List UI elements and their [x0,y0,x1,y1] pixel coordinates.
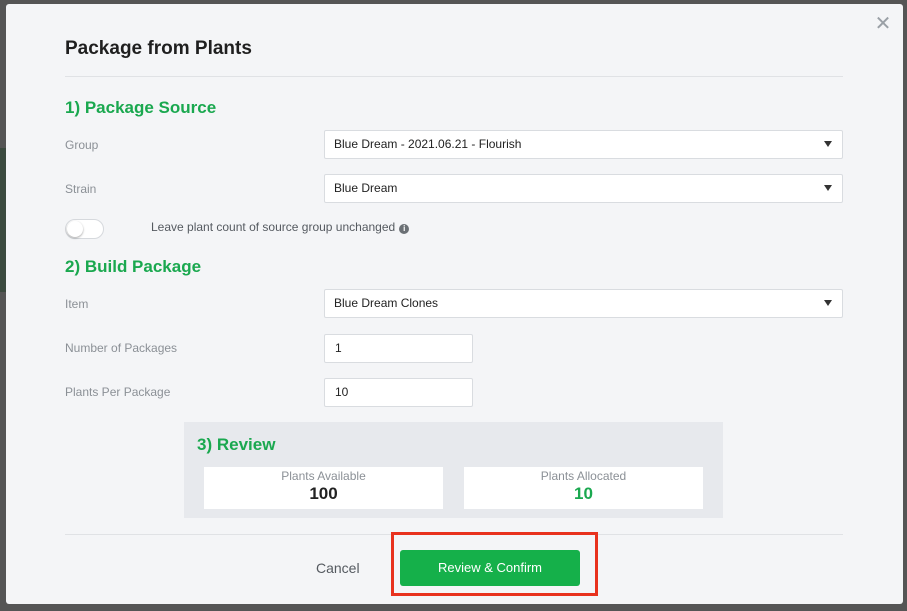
cancel-button[interactable]: Cancel [316,560,360,576]
num-packages-label: Number of Packages [65,341,178,355]
chevron-down-icon [824,300,832,306]
strain-label: Strain [65,182,97,196]
review-panel: 3) Review Plants Available 100 Plants Al… [184,422,723,518]
leave-count-toggle-label: Leave plant count of source group unchan… [151,220,396,234]
section-title-package-source: 1) Package Source [65,98,217,117]
plants-available-card: Plants Available 100 [204,467,443,509]
modal-title: Package from Plants [65,38,252,59]
plants-available-value: 100 [309,484,338,503]
section-title-review: 3) Review [197,435,276,454]
plants-available-label: Plants Available [281,469,366,483]
item-label: Item [65,297,89,311]
item-select-value: Blue Dream Clones [334,296,439,310]
plants-per-package-input[interactable]: 10 [324,378,473,407]
close-icon[interactable]: ✕ [873,14,893,34]
chevron-down-icon [824,185,832,191]
toggle-knob [67,221,83,237]
plants-allocated-card: Plants Allocated 10 [464,467,703,509]
info-icon[interactable]: i [399,224,410,234]
review-confirm-button[interactable]: Review & Confirm [400,550,580,586]
strain-select-value: Blue Dream [334,181,398,195]
leave-count-toggle[interactable] [65,219,104,239]
item-select[interactable]: Blue Dream Clones [324,289,843,318]
group-label: Group [65,138,99,152]
num-packages-input[interactable]: 1 [324,334,473,363]
leave-count-toggle-label-wrap: Leave plant count of source group unchan… [151,220,410,234]
package-from-plants-modal: ✕ Package from Plants 1) Package Source … [6,4,903,604]
divider [65,76,843,77]
group-select[interactable]: Blue Dream - 2021.06.21 - Flourish [324,130,843,159]
plants-allocated-label: Plants Allocated [540,469,627,483]
group-select-value: Blue Dream - 2021.06.21 - Flourish [334,137,522,151]
strain-select[interactable]: Blue Dream [324,174,843,203]
plants-allocated-value: 10 [574,484,593,503]
plants-per-package-label: Plants Per Package [65,385,171,399]
section-title-build-package: 2) Build Package [65,257,202,276]
chevron-down-icon [824,141,832,147]
